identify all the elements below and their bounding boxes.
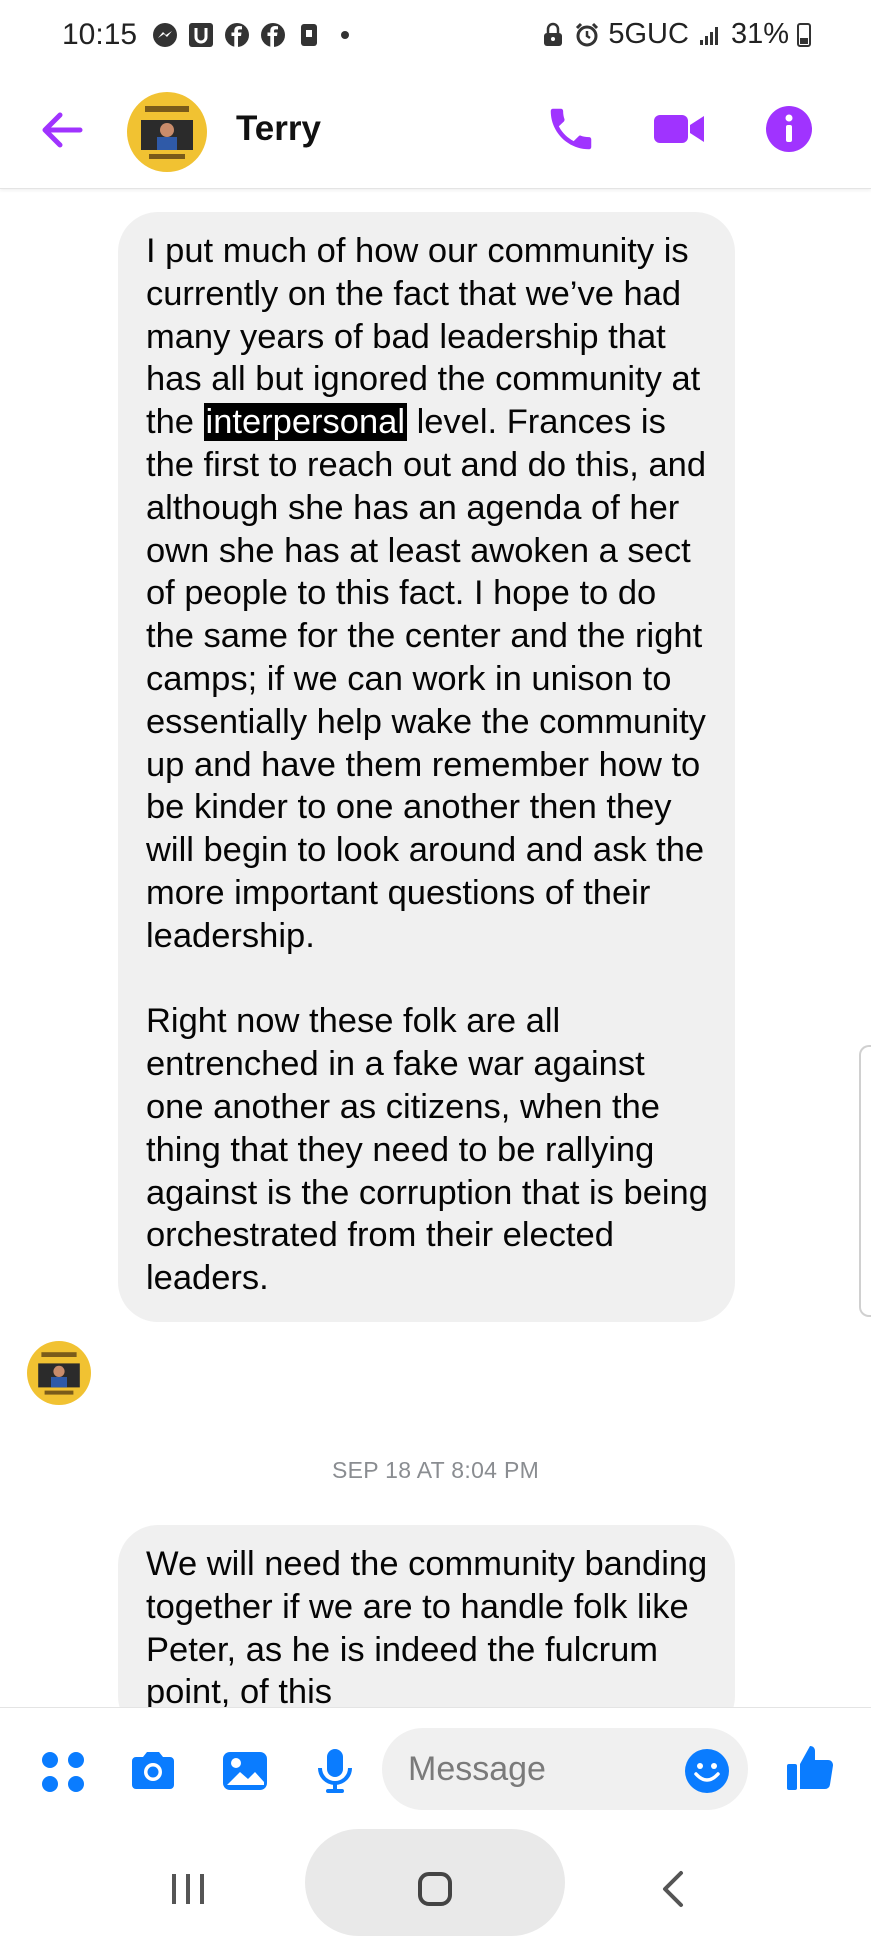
battery-percent: 31% — [730, 18, 789, 50]
microphone-icon[interactable] — [310, 1746, 360, 1796]
message-bubble[interactable]: I put much of how our community is curre… — [118, 212, 735, 1322]
back-arrow-icon[interactable] — [36, 104, 88, 156]
composer-bar — [0, 1707, 871, 1830]
apps-grid-icon[interactable] — [38, 1746, 88, 1796]
u-app-icon — [188, 22, 214, 48]
thumbs-up-icon[interactable] — [784, 1742, 834, 1792]
message-bubble[interactable]: We will need the community banding toget… — [118, 1525, 735, 1707]
notification-icons — [152, 22, 358, 48]
dot-icon — [332, 22, 358, 48]
emoji-icon[interactable] — [684, 1748, 730, 1794]
sender-avatar[interactable] — [27, 1341, 91, 1405]
message-text-part: level. Frances is the first to reach out… — [146, 403, 707, 955]
home-icon[interactable] — [405, 1859, 465, 1919]
message-text: We will need the community banding toget… — [146, 1545, 708, 1707]
facebook-icon — [260, 22, 286, 48]
video-camera-icon[interactable] — [652, 102, 706, 156]
back-icon[interactable] — [645, 1859, 705, 1919]
avatar[interactable] — [127, 92, 207, 172]
alarm-icon — [574, 22, 600, 48]
scroll-handle[interactable] — [859, 1045, 871, 1317]
phone-icon[interactable] — [544, 102, 598, 156]
signal-icon — [697, 22, 723, 48]
recent-apps-icon[interactable] — [158, 1859, 218, 1919]
battery-icon — [797, 22, 811, 47]
status-time: 10:15 — [62, 18, 138, 51]
facebook-icon — [224, 22, 250, 48]
messenger-icon — [152, 22, 178, 48]
message-timestamp: SEP 18 AT 8:04 PM — [331, 1457, 540, 1483]
message-text: I put much of how our community is curre… — [146, 230, 709, 958]
message-text-paragraph: Right now these folk are all entrenched … — [146, 1002, 708, 1298]
lock-icon — [540, 22, 566, 48]
status-bar: 10:15 5GUC 31% — [0, 0, 871, 74]
system-nav-bar — [0, 1829, 871, 1936]
conversation-header: Terry — [0, 74, 871, 189]
selected-text[interactable]: interpersonal — [203, 403, 407, 442]
info-icon[interactable] — [762, 102, 816, 156]
network-label: 5GUC — [608, 18, 689, 50]
contact-name[interactable]: Terry — [236, 109, 321, 149]
notification-icon — [296, 22, 322, 48]
status-right: 5GUC 31% — [540, 18, 811, 51]
message-thread[interactable]: I put much of how our community is curre… — [0, 189, 871, 1707]
camera-icon[interactable] — [128, 1746, 178, 1796]
gallery-icon[interactable] — [220, 1746, 270, 1796]
